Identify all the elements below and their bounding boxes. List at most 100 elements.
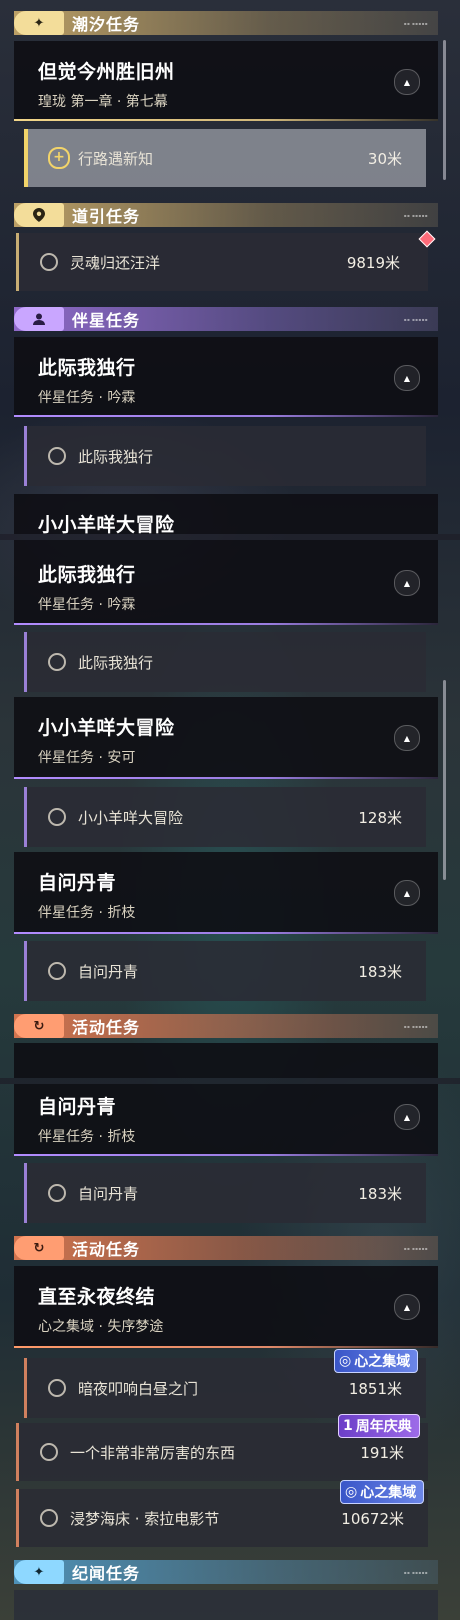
screen-segment-2: 此际我独行 伴星任务 · 吟霖 ▲ 此际我独行 小小羊咩大冒险 伴星任务 · 安… — [0, 540, 460, 1078]
companion-quest-card[interactable]: 自问丹青 伴星任务 · 折枝 ▲ — [14, 852, 438, 934]
collapse-up-icon[interactable]: ▲ — [394, 570, 420, 596]
companion-quest-card[interactable]: 此际我独行 伴星任务 · 吟霖 ▲ — [14, 337, 438, 417]
row-bar — [24, 1163, 27, 1223]
quest-subtitle: 伴星任务 · 吟霖 — [38, 597, 136, 613]
event-quest-header-label: 活动任务 — [72, 1018, 141, 1037]
companion-quest-header[interactable]: 伴星任务 ▪▪ ▪▪▪▪▪ — [14, 307, 438, 331]
circle-outline-icon — [48, 1379, 66, 1397]
screen-segment-3: 自问丹青 伴星任务 · 折枝 ▲ 自问丹青 183米 ↻ 活动任务 ▪▪ ▪▪▪… — [0, 1084, 460, 1620]
card-underline — [14, 415, 438, 417]
circle-outline-icon — [48, 653, 66, 671]
circle-outline-icon — [48, 1184, 66, 1202]
objective-distance: 9819米 — [346, 253, 400, 272]
objective-label: 一个非常非常厉害的东西 — [70, 1443, 236, 1462]
guide-quest-header[interactable]: 道引任务 ▪▪ ▪▪▪▪▪ — [14, 203, 438, 227]
quest-title: 自问丹青 — [38, 872, 117, 894]
companion-quest-card[interactable]: 此际我独行 伴星任务 · 吟霖 ▲ — [14, 540, 438, 625]
objective-distance: 1851米 — [348, 1379, 402, 1398]
tide-objective-row[interactable]: + 行路遇新知 30米 — [24, 129, 426, 187]
scrollbar[interactable] — [443, 40, 446, 180]
sparkle-icon: ✦ — [14, 1560, 64, 1584]
lore-quest-header-label: 纪闻任务 — [72, 1564, 141, 1583]
companion-quest-card[interactable]: 自问丹青 伴星任务 · 折枝 ▲ — [14, 1084, 438, 1156]
event-quest-header-label: 活动任务 — [72, 1240, 141, 1259]
anniversary-badge: 1 周年庆典 — [338, 1414, 420, 1438]
collapse-up-icon[interactable]: ▲ — [394, 69, 420, 95]
event-quest-header[interactable]: ↻ 活动任务 ▪▪ ▪▪▪▪▪ — [14, 1236, 438, 1260]
quest-subtitle: 瑝珑 第一章 · 第七幕 — [38, 94, 168, 110]
objective-label: 浸梦海床 · 索拉电影节 — [70, 1509, 220, 1528]
event-quest-header[interactable]: ↻ 活动任务 ▪▪ ▪▪▪▪▪ — [14, 1014, 438, 1038]
collapse-up-icon[interactable]: ▲ — [394, 880, 420, 906]
objective-distance: 183米 — [358, 1184, 402, 1203]
objective-distance: 30米 — [367, 149, 402, 168]
scrollbar[interactable] — [443, 680, 446, 880]
collapse-up-icon[interactable]: ▲ — [394, 1104, 420, 1130]
objective-distance: 183米 — [358, 962, 402, 981]
quest-title: 自问丹青 — [38, 1096, 117, 1118]
collapse-up-icon[interactable]: ▲ — [394, 1294, 420, 1320]
circle-outline-icon — [40, 253, 58, 271]
quest-title: 小小羊咩大冒险 — [38, 717, 175, 739]
collapse-up-icon[interactable]: ▲ — [394, 365, 420, 391]
row-bar — [24, 632, 27, 692]
event-quest-card-partial[interactable] — [14, 1043, 438, 1078]
event-swirl-icon: ↻ — [14, 1236, 64, 1260]
header-ornament: ▪▪ ▪▪▪▪▪ — [403, 1023, 428, 1029]
companion-objective-row[interactable]: 此际我独行 — [24, 632, 426, 692]
companion-objective-row[interactable]: 自问丹青 183米 — [24, 1163, 426, 1223]
row-bar — [16, 1489, 19, 1547]
guide-objective-row[interactable]: 灵魂归还汪洋 9819米 — [16, 233, 428, 291]
quest-subtitle: 伴星任务 · 吟霖 — [38, 390, 136, 406]
header-ornament: ▪▪ ▪▪▪▪▪ — [403, 316, 428, 322]
row-bar — [24, 787, 27, 847]
card-underline — [14, 119, 438, 121]
quest-subtitle: 伴星任务 · 安可 — [38, 750, 136, 766]
companion-objective-row[interactable]: 小小羊咩大冒险 128米 — [24, 787, 426, 847]
collapse-up-icon[interactable]: ▲ — [394, 725, 420, 751]
header-ornament: ▪▪ ▪▪▪▪▪ — [403, 1569, 428, 1575]
circle-outline-icon — [40, 1509, 58, 1527]
card-underline — [14, 1346, 438, 1348]
person-icon — [14, 307, 64, 331]
circle-outline-icon — [48, 808, 66, 826]
companion-quest-card[interactable]: 小小羊咩大冒险 伴星任务 · 安可 ▲ — [14, 697, 438, 779]
objective-label: 行路遇新知 — [78, 149, 154, 168]
objective-distance: 10672米 — [341, 1509, 404, 1528]
event-quest-card[interactable]: 直至永夜终结 心之集域 · 失序梦途 ▲ — [14, 1266, 438, 1348]
lore-quest-header[interactable]: ✦ 纪闻任务 ▪▪ ▪▪▪▪▪ — [14, 1560, 438, 1584]
row-bar — [16, 233, 19, 291]
tide-quest-card[interactable]: 但觉今州胜旧州 瑝珑 第一章 · 第七幕 ▲ — [14, 41, 438, 121]
companion-quest-card-partial[interactable]: 小小羊咩大冒险 — [14, 494, 438, 534]
badge-label: 心之集域 — [360, 1485, 417, 1501]
card-underline — [14, 777, 438, 779]
quest-title: 直至永夜终结 — [38, 1286, 156, 1308]
row-bar — [24, 1358, 27, 1418]
badge-label: 周年庆典 — [355, 1419, 412, 1435]
lore-quest-card-partial[interactable] — [14, 1590, 438, 1620]
quest-subtitle: 伴星任务 · 折枝 — [38, 905, 136, 921]
objective-label: 暗夜叩响白昼之门 — [78, 1379, 199, 1398]
event-badge: ◎ 心之集域 — [334, 1349, 419, 1373]
tide-quest-header[interactable]: ✦ 潮汐任务 ▪▪ ▪▪▪▪▪ — [14, 11, 438, 35]
objective-distance: 128米 — [358, 808, 402, 827]
quest-subtitle: 心之集域 · 失序梦途 — [38, 1319, 164, 1335]
objective-label: 此际我独行 — [78, 447, 154, 466]
sparkle-icon: ✦ — [14, 11, 64, 35]
quest-subtitle: 伴星任务 · 折枝 — [38, 1129, 136, 1145]
companion-quest-header-label: 伴星任务 — [72, 311, 141, 330]
circle-outline-icon — [48, 962, 66, 980]
swirl-badge-icon: ◎ — [345, 1484, 358, 1500]
card-underline — [14, 623, 438, 625]
objective-distance: 191米 — [360, 1443, 404, 1462]
objective-label: 小小羊咩大冒险 — [78, 808, 184, 827]
header-ornament: ▪▪ ▪▪▪▪▪ — [403, 1245, 428, 1251]
quest-title: 小小羊咩大冒险 — [38, 514, 175, 534]
objective-label: 自问丹青 — [78, 1184, 139, 1203]
row-bar — [16, 1423, 19, 1481]
event-swirl-icon: ↻ — [14, 1014, 64, 1038]
companion-objective-row[interactable]: 自问丹青 183米 — [24, 941, 426, 1001]
card-underline — [14, 932, 438, 934]
tide-quest-header-label: 潮汐任务 — [72, 15, 141, 34]
companion-objective-row[interactable]: 此际我独行 — [24, 426, 426, 486]
